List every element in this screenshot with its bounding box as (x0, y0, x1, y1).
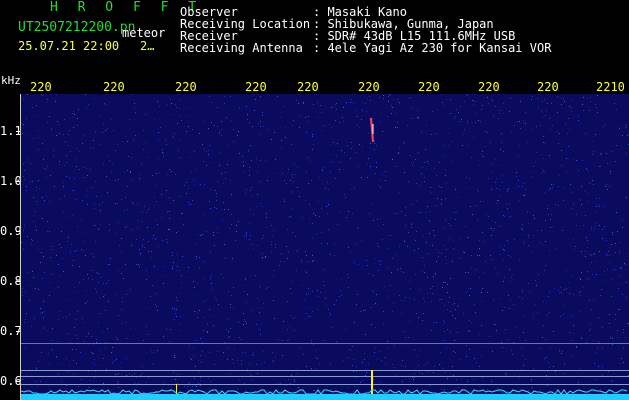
x-tick-label: 220 (418, 80, 440, 94)
info-label-antenna: Receiving Antenna (180, 41, 303, 55)
file-name: UT2507212200.pn (18, 20, 136, 35)
spectrogram-plot (21, 94, 629, 400)
meteor-echo (370, 117, 374, 143)
x-tick-label: 220 (358, 80, 380, 94)
carrier-trace (21, 343, 629, 344)
info-value-antenna: : 4ele Yagi Az 230 for Kansai VOR (313, 41, 552, 55)
date-time: 25.07.21 22:00 (18, 39, 120, 53)
x-tick-label: 220 (175, 80, 197, 94)
x-tick-label: 220 (245, 80, 267, 94)
page-indicator: 2… (140, 39, 155, 53)
x-tick-label: 220 (30, 80, 52, 94)
reference-line (21, 376, 629, 377)
signal-baseline (21, 394, 629, 400)
x-tick-label: 220 (537, 80, 559, 94)
x-tick-label: 220 (103, 80, 125, 94)
header: H R O F F T UT2507212200.pn meteor 25.07… (0, 0, 629, 72)
noise-field (21, 94, 629, 394)
x-tick-label: 220 (478, 80, 500, 94)
reference-line (21, 370, 629, 371)
y-axis-unit: kHz (1, 74, 21, 87)
x-tick-label: 2210 (596, 80, 625, 94)
event-type: meteor (122, 26, 166, 40)
x-tick-label: 220 (297, 80, 319, 94)
reference-line (21, 384, 629, 385)
